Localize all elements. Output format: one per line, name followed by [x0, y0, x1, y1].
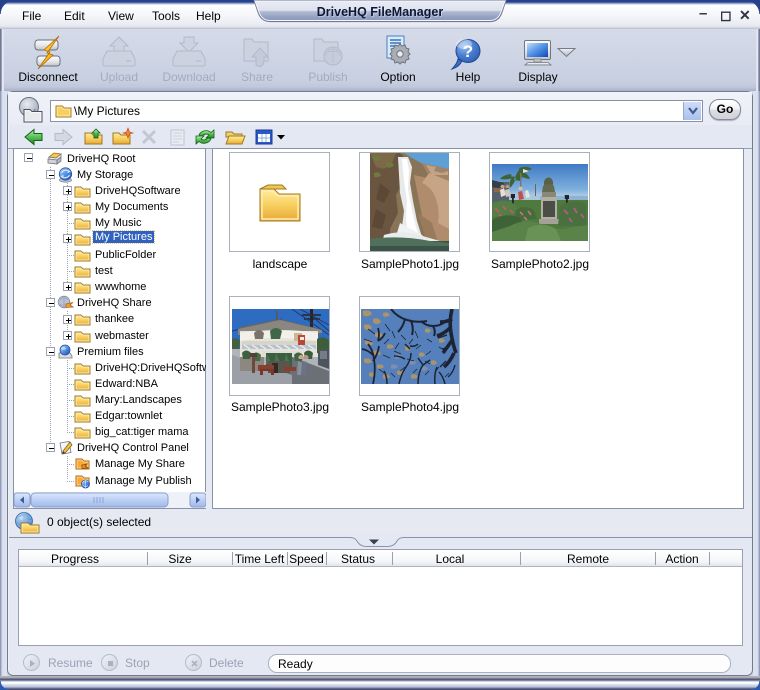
svg-text:?: ? — [463, 42, 473, 61]
